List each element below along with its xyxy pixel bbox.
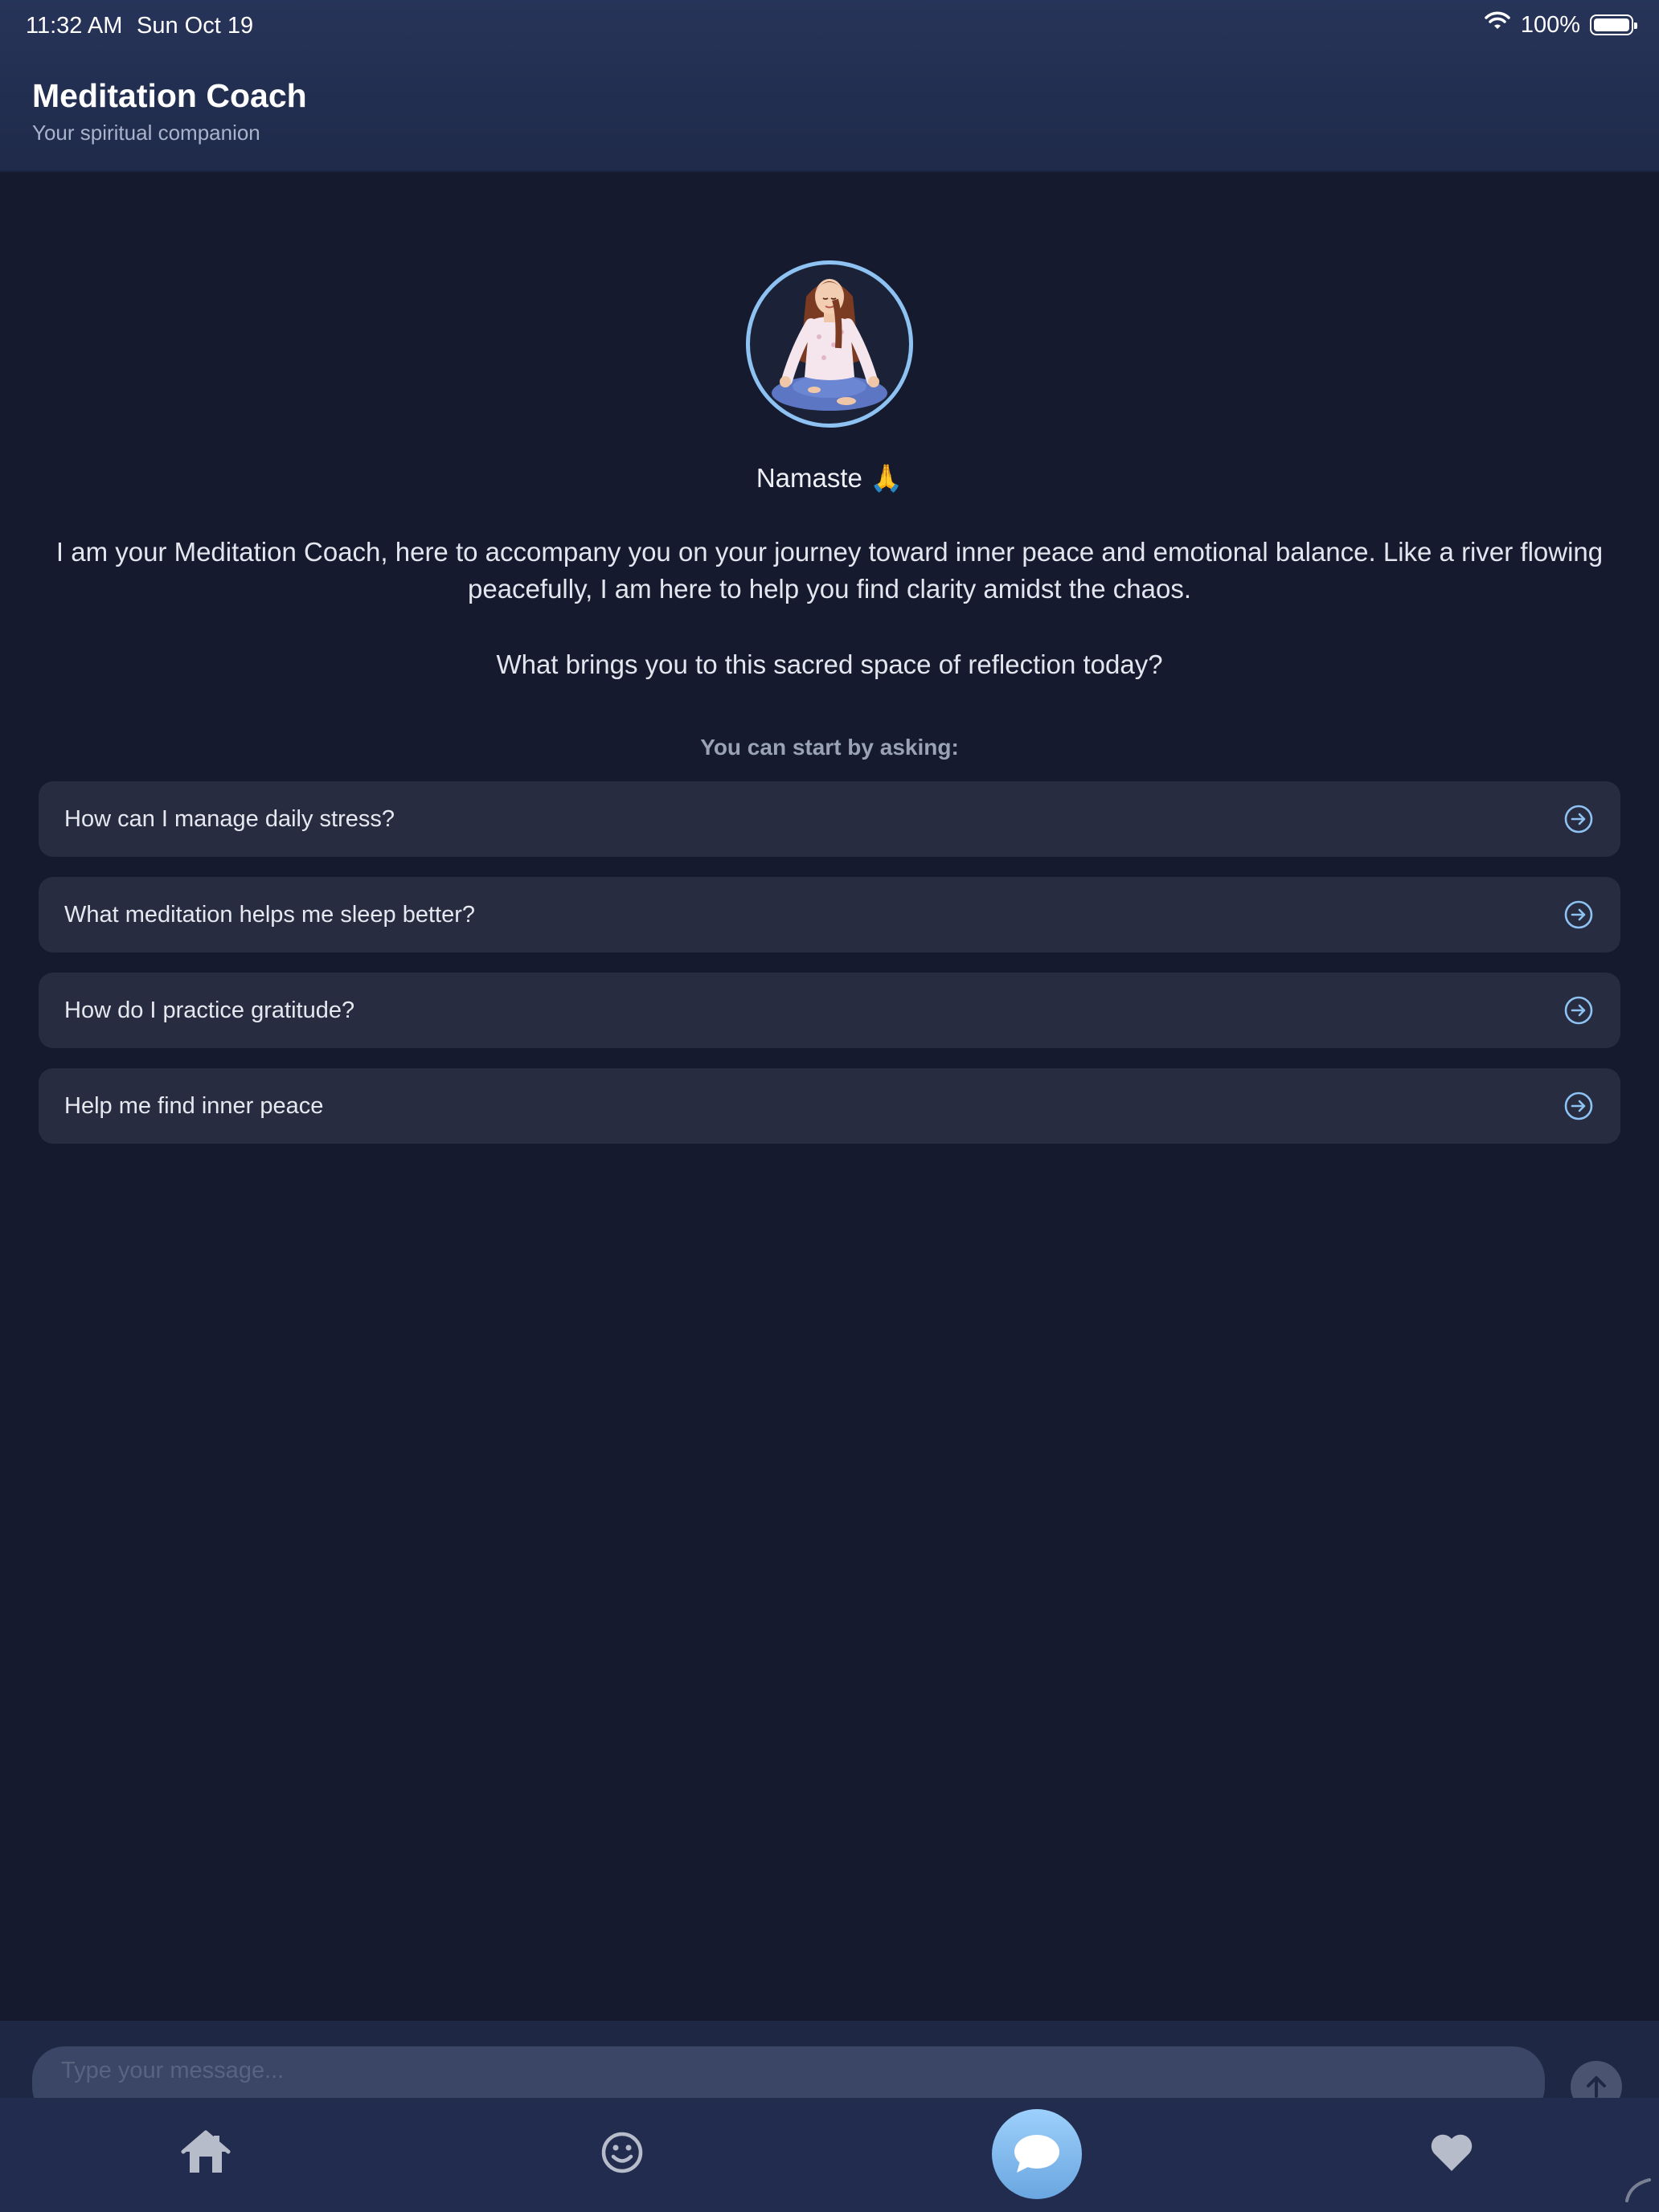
suggestion-text: How can I manage daily stress? <box>64 805 395 832</box>
arrow-up-icon <box>1587 2076 1606 2098</box>
app-title: Meditation Coach <box>32 77 307 114</box>
arrow-right-circle-icon <box>1564 1092 1593 1120</box>
suggestion-practice-gratitude[interactable]: How do I practice gratitude? <box>39 973 1620 1048</box>
tab-mood[interactable] <box>590 2120 654 2185</box>
message-input[interactable] <box>32 2046 1545 2098</box>
arrow-right-circle-icon <box>1564 805 1593 834</box>
suggestion-text: What meditation helps me sleep better? <box>64 901 475 928</box>
status-date: Sun Oct 19 <box>137 13 254 39</box>
app-header: 11:32 AM Sun Oct 19 100% Meditation Coac… <box>0 0 1659 172</box>
intro-text: I am your Meditation Coach, here to acco… <box>55 537 1604 604</box>
battery-icon <box>1590 14 1637 35</box>
heart-icon <box>1431 2134 1473 2171</box>
tab-home[interactable] <box>174 2120 238 2185</box>
resize-handle-icon <box>1625 2178 1651 2202</box>
app-subtitle: Your spiritual companion <box>32 121 260 145</box>
greeting: Namaste 🙏 <box>756 463 903 493</box>
suggestion-inner-peace[interactable]: Help me find inner peace <box>39 1068 1620 1144</box>
arrow-right-circle-icon <box>1564 996 1593 1025</box>
status-bar: 11:32 AM Sun Oct 19 100% <box>0 0 1659 51</box>
suggestion-text: How do I practice gratitude? <box>64 997 355 1023</box>
tab-chat[interactable] <box>992 2109 1082 2199</box>
suggestion-sleep-meditation[interactable]: What meditation helps me sleep better? <box>39 877 1620 952</box>
meditating-woman-avatar <box>746 260 913 428</box>
suggestion-text: Help me find inner peace <box>64 1092 324 1119</box>
battery-percent: 100% <box>1520 11 1580 38</box>
chat-bubble-icon <box>1014 2135 1059 2173</box>
status-time: 11:32 AM <box>26 13 123 39</box>
wifi-icon <box>1484 11 1511 39</box>
tab-favorites[interactable] <box>1419 2120 1484 2185</box>
tab-bar <box>0 2098 1659 2212</box>
smiley-icon <box>601 2132 643 2173</box>
prompt-question: What brings you to this sacred space of … <box>496 649 1163 679</box>
home-icon <box>181 2130 231 2173</box>
suggestion-manage-stress[interactable]: How can I manage daily stress? <box>39 781 1620 857</box>
message-composer <box>0 2021 1659 2098</box>
suggestions-label: You can start by asking: <box>700 735 959 760</box>
send-button[interactable] <box>1571 2061 1622 2098</box>
arrow-right-circle-icon <box>1564 900 1593 929</box>
status-indicators: 100% <box>1484 11 1637 39</box>
chat-welcome-area: Namaste 🙏 I am your Meditation Coach, he… <box>0 172 1659 2021</box>
